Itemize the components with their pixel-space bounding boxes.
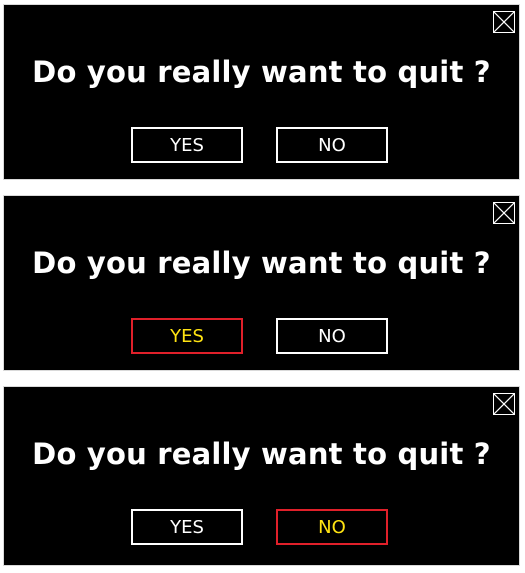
close-button[interactable] (493, 202, 515, 224)
no-button[interactable]: NO (276, 127, 388, 163)
quit-dialog-no-highlighted: Do you really want to quit ? YES NO (3, 386, 520, 566)
close-button[interactable] (493, 393, 515, 415)
quit-question: Do you really want to quit ? (32, 55, 491, 89)
yes-button[interactable]: YES (131, 127, 243, 163)
no-button[interactable]: NO (276, 509, 388, 545)
quit-question: Do you really want to quit ? (32, 246, 491, 280)
quit-dialog-yes-highlighted: Do you really want to quit ? YES NO (3, 195, 520, 371)
close-button[interactable] (493, 11, 515, 33)
yes-button[interactable]: YES (131, 318, 243, 354)
quit-question: Do you really want to quit ? (32, 437, 491, 471)
close-icon (494, 394, 514, 414)
no-button[interactable]: NO (276, 318, 388, 354)
quit-dialog-default: Do you really want to quit ? YES NO (3, 4, 520, 180)
close-icon (494, 203, 514, 223)
close-icon (494, 12, 514, 32)
yes-button[interactable]: YES (131, 509, 243, 545)
